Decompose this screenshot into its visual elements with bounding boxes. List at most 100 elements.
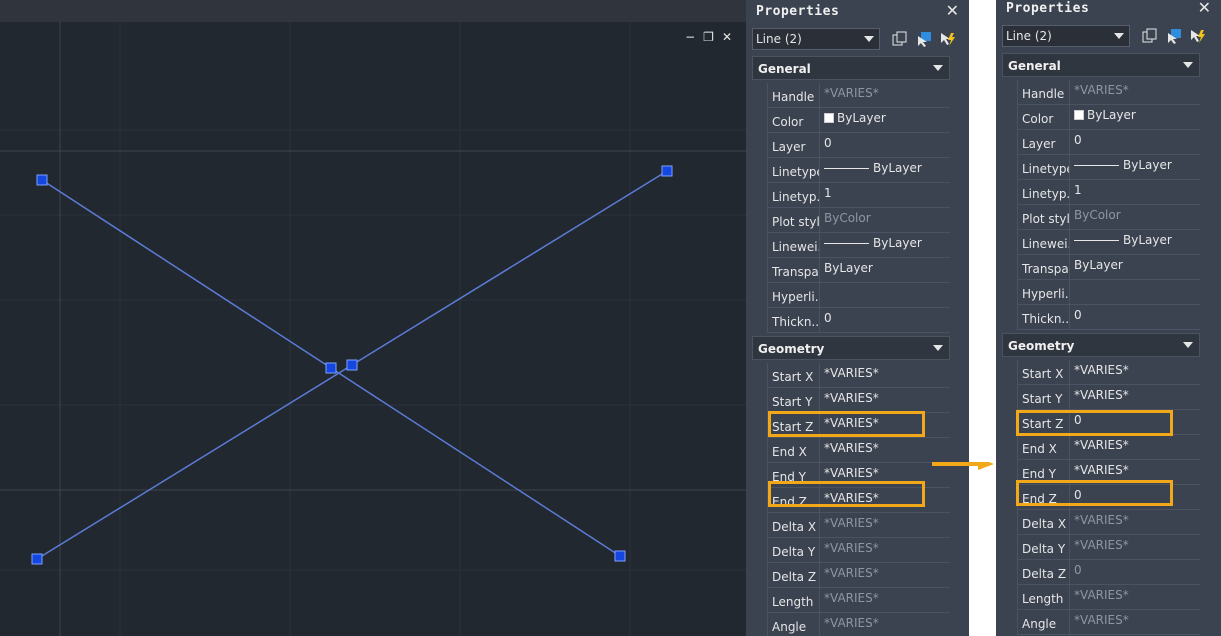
toggle-pickadd-icon[interactable] <box>891 30 909 48</box>
property-value-text: *VARIES* <box>1074 538 1129 552</box>
select-objects-icon[interactable] <box>915 30 933 48</box>
property-label: Angle <box>768 613 820 636</box>
property-value[interactable]: ByLayer <box>821 158 950 182</box>
property-label: Handle <box>1018 80 1070 104</box>
chevron-down-icon <box>1183 342 1193 348</box>
property-value[interactable]: *VARIES* <box>1071 80 1200 104</box>
toggle-pickadd-icon[interactable] <box>1141 27 1159 45</box>
property-value[interactable]: ByLayer <box>821 233 950 257</box>
minimize-icon[interactable]: − <box>685 30 695 44</box>
property-value[interactable]: *VARIES* <box>821 83 950 107</box>
panel-title: Properties <box>756 4 840 19</box>
property-value[interactable]: ByLayer <box>1071 255 1200 279</box>
linetype-sample-icon <box>1074 240 1119 241</box>
property-value[interactable]: ByLayer <box>821 258 950 282</box>
property-value[interactable]: 0 <box>821 133 950 157</box>
property-value[interactable]: *VARIES* <box>1071 585 1200 609</box>
property-value[interactable]: *VARIES* <box>1071 610 1200 634</box>
property-value[interactable]: ByLayer <box>1071 155 1200 179</box>
property-label: Color <box>1018 105 1070 129</box>
property-value[interactable]: *VARIES* <box>821 588 950 612</box>
property-value[interactable]: *VARIES* <box>821 538 950 562</box>
property-value[interactable]: *VARIES* <box>1071 385 1200 409</box>
property-value[interactable]: *VARIES* <box>821 513 950 537</box>
grip-handle[interactable] <box>36 174 48 186</box>
gutter <box>969 0 996 636</box>
property-label: Delta Y <box>768 538 820 562</box>
property-label: Handle <box>768 83 820 107</box>
property-label: Linewei... <box>1018 230 1070 254</box>
property-value-text: ByColor <box>824 211 871 225</box>
property-label: Linewei... <box>768 233 820 257</box>
property-row: Start Y *VARIES* <box>1017 385 1200 410</box>
property-value-text: ByLayer <box>824 261 873 275</box>
property-value[interactable]: ByColor <box>1071 205 1200 229</box>
property-value-text: *VARIES* <box>824 591 879 605</box>
property-value[interactable]: ByColor <box>821 208 950 232</box>
property-value[interactable]: 0 <box>1071 130 1200 154</box>
property-value[interactable]: 0 <box>1071 305 1200 329</box>
property-value[interactable]: *VARIES* <box>821 363 950 387</box>
property-label: Thickn... <box>768 308 820 332</box>
property-row: Delta Y *VARIES* <box>767 538 950 563</box>
selection-dropdown[interactable]: Line (2) <box>1002 25 1130 47</box>
property-value[interactable] <box>1071 280 1200 304</box>
property-value[interactable] <box>821 283 950 307</box>
property-value[interactable]: ByLayer <box>1071 230 1200 254</box>
property-value[interactable]: *VARIES* <box>821 563 950 587</box>
property-label: End X <box>768 438 820 462</box>
property-value[interactable]: *VARIES* <box>821 438 950 462</box>
property-value[interactable]: 1 <box>1071 180 1200 204</box>
grip-handle[interactable] <box>346 359 358 371</box>
restore-icon[interactable]: ❐ <box>703 30 714 44</box>
property-value-text: *VARIES* <box>824 566 879 580</box>
property-row: Color ByLayer <box>1017 105 1200 130</box>
property-value-text: 0 <box>824 136 832 150</box>
property-label: Layer <box>768 133 820 157</box>
grip-handle[interactable] <box>31 553 43 565</box>
grip-handle[interactable] <box>325 362 337 374</box>
property-value-text: ByLayer <box>1123 158 1172 172</box>
property-value-text: ByLayer <box>873 236 922 250</box>
property-row: Delta Z *VARIES* <box>767 563 950 588</box>
geometry-section-header[interactable]: Geometry <box>1002 333 1200 357</box>
property-value[interactable]: ByLayer <box>1071 105 1200 129</box>
property-value-text: *VARIES* <box>1074 613 1129 627</box>
grip-handle[interactable] <box>661 165 673 177</box>
property-value[interactable]: *VARIES* <box>1071 510 1200 534</box>
property-value[interactable]: ByLayer <box>821 108 950 132</box>
property-value[interactable]: *VARIES* <box>1071 535 1200 559</box>
property-value-text: ByLayer <box>837 111 886 125</box>
property-value[interactable]: *VARIES* <box>821 388 950 412</box>
close-icon[interactable]: ✕ <box>946 1 959 20</box>
property-label: Plot style <box>1018 205 1070 229</box>
property-value[interactable]: *VARIES* <box>821 613 950 636</box>
property-label: Linetype <box>768 158 820 182</box>
property-value[interactable]: 0 <box>821 308 950 332</box>
grip-handle[interactable] <box>614 550 626 562</box>
property-label: Delta X <box>768 513 820 537</box>
property-value[interactable]: *VARIES* <box>1071 435 1200 459</box>
quick-select-icon[interactable] <box>1189 27 1207 45</box>
close-icon[interactable]: ✕ <box>1198 0 1211 17</box>
property-label: Angle <box>1018 610 1070 634</box>
property-label: Start X <box>768 363 820 387</box>
drawing-canvas[interactable]: − ❐ ✕ <box>0 22 746 636</box>
property-value[interactable]: *VARIES* <box>1071 360 1200 384</box>
property-value[interactable]: 0 <box>1071 560 1200 584</box>
general-section-header[interactable]: General <box>1002 53 1200 77</box>
geometry-section-header[interactable]: Geometry <box>752 336 950 360</box>
color-swatch-icon <box>1074 110 1084 120</box>
property-value[interactable]: 1 <box>821 183 950 207</box>
property-value-text: *VARIES* <box>1074 513 1129 527</box>
property-value-text: ByColor <box>1074 208 1121 222</box>
property-value-text: 0 <box>1074 308 1082 322</box>
canvas-svg[interactable] <box>0 22 746 636</box>
select-objects-icon[interactable] <box>1165 27 1183 45</box>
general-section-header[interactable]: General <box>752 56 950 80</box>
property-label: Delta Y <box>1018 535 1070 559</box>
selection-dropdown[interactable]: Line (2) <box>752 28 880 50</box>
close-icon[interactable]: ✕ <box>722 30 732 44</box>
property-label: Length <box>768 588 820 612</box>
quick-select-icon[interactable] <box>939 30 957 48</box>
